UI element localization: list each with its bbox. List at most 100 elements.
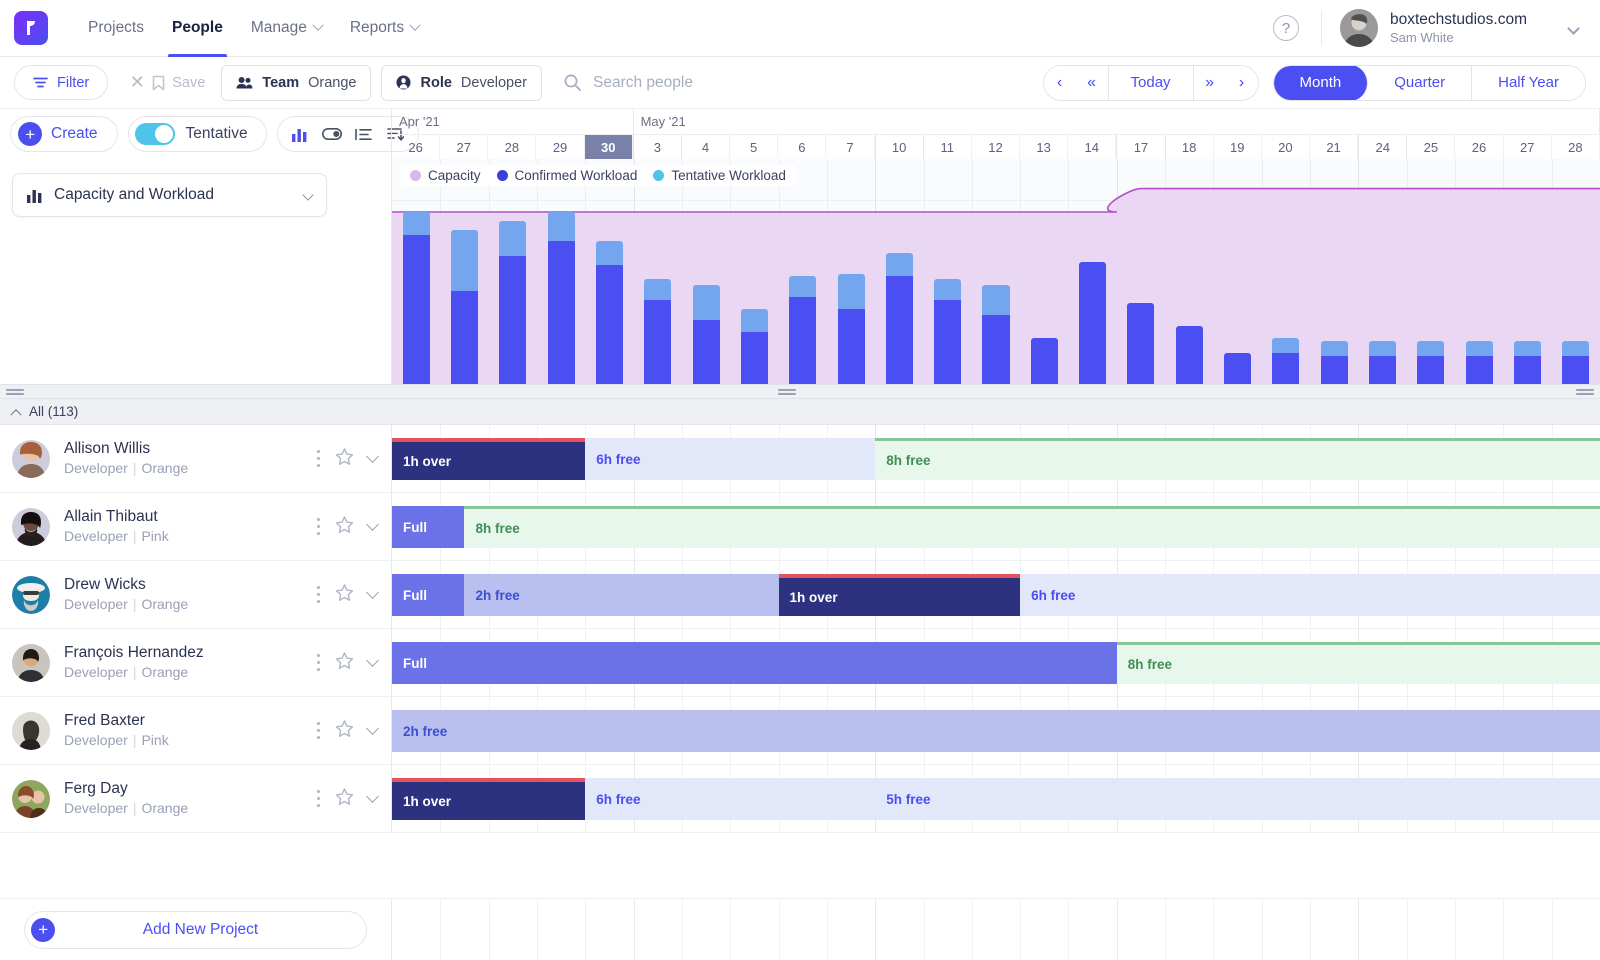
timeline-day-10[interactable]: 10 <box>875 135 924 159</box>
create-button[interactable]: + Create <box>10 116 118 152</box>
filter-button[interactable]: Filter <box>14 65 108 100</box>
bar-column[interactable] <box>1176 159 1203 384</box>
nav-item-people[interactable]: People <box>158 0 237 57</box>
nav-item-reports[interactable]: Reports <box>336 0 433 57</box>
save-filter-button[interactable]: Save <box>152 75 205 91</box>
favorite-star-icon[interactable] <box>335 448 354 469</box>
person-row[interactable]: Allison WillisDeveloper|Orange1h over6h … <box>0 425 1600 493</box>
allocation-block[interactable]: Full <box>392 574 464 616</box>
toggle-view-icon[interactable] <box>316 117 348 151</box>
today-button[interactable]: Today <box>1108 65 1194 101</box>
allocation-block[interactable]: 1h over <box>779 574 1021 616</box>
timeline-day-30[interactable]: 30 <box>585 135 633 159</box>
bar-column[interactable] <box>1272 159 1299 384</box>
range-half-year[interactable]: Half Year <box>1472 65 1585 101</box>
timeline-day-24[interactable]: 24 <box>1358 135 1407 159</box>
favorite-star-icon[interactable] <box>335 652 354 673</box>
timeline-day-28[interactable]: 28 <box>488 135 536 159</box>
app-logo-icon[interactable] <box>14 11 48 45</box>
bar-column[interactable] <box>1127 159 1154 384</box>
avatar[interactable] <box>12 712 50 750</box>
avatar[interactable] <box>1340 9 1378 47</box>
timeline-day-21[interactable]: 21 <box>1310 135 1358 159</box>
more-options-icon[interactable] <box>317 722 321 740</box>
bar-column[interactable] <box>644 159 671 384</box>
timeline-day-25[interactable]: 25 <box>1407 135 1455 159</box>
bar-column[interactable] <box>1224 159 1251 384</box>
favorite-star-icon[interactable] <box>335 516 354 537</box>
bar-column[interactable] <box>934 159 961 384</box>
bar-column[interactable] <box>886 159 913 384</box>
allocation-block[interactable]: 6h free <box>1020 574 1600 616</box>
avatar[interactable] <box>12 576 50 614</box>
splitter-grip-left[interactable] <box>6 389 24 396</box>
bar-column[interactable] <box>982 159 1009 384</box>
avatar[interactable] <box>12 440 50 478</box>
bar-column[interactable] <box>838 159 865 384</box>
timeline-day-17[interactable]: 17 <box>1116 135 1165 159</box>
timeline-day-5[interactable]: 5 <box>730 135 778 159</box>
bar-column[interactable] <box>548 159 575 384</box>
allocation-block[interactable]: 1h over <box>392 778 585 820</box>
allocation-block[interactable]: Full <box>392 642 1117 684</box>
chart-view-icon[interactable] <box>284 117 316 151</box>
prev-fast-button[interactable]: « <box>1076 65 1108 101</box>
expand-row-icon[interactable] <box>366 654 379 667</box>
timeline-day-19[interactable]: 19 <box>1214 135 1262 159</box>
avatar[interactable] <box>12 508 50 546</box>
bar-column[interactable] <box>693 159 720 384</box>
chip-role-filter[interactable]: Role Developer <box>381 65 542 101</box>
expand-row-icon[interactable] <box>366 790 379 803</box>
bar-column[interactable] <box>403 159 430 384</box>
range-month[interactable]: Month <box>1274 65 1369 101</box>
allocation-block[interactable]: 6h free <box>585 438 875 480</box>
person-timeline[interactable]: 1h over6h free8h free <box>391 425 1600 492</box>
favorite-star-icon[interactable] <box>335 788 354 809</box>
person-timeline[interactable]: Full8h free <box>391 493 1600 560</box>
person-row[interactable]: Drew WicksDeveloper|OrangeFull2h free1h … <box>0 561 1600 629</box>
person-row[interactable]: Fred BaxterDeveloper|Pink2h free <box>0 697 1600 765</box>
bar-column[interactable] <box>1466 159 1493 384</box>
bar-column[interactable] <box>1031 159 1058 384</box>
timeline-day-20[interactable]: 20 <box>1262 135 1310 159</box>
chip-team-filter[interactable]: Team Orange <box>221 65 371 101</box>
timeline-day-11[interactable]: 11 <box>924 135 972 159</box>
add-new-project-button[interactable]: + Add New Project <box>24 911 367 949</box>
help-icon[interactable]: ? <box>1273 15 1299 41</box>
more-options-icon[interactable] <box>317 450 321 468</box>
person-timeline[interactable]: Full2h free1h over6h free <box>391 561 1600 628</box>
allocation-block[interactable]: Full <box>392 506 464 548</box>
person-timeline[interactable]: 1h over6h free5h free <box>391 765 1600 832</box>
allocation-block[interactable]: 2h free <box>392 710 1600 752</box>
bar-column[interactable] <box>789 159 816 384</box>
bar-column[interactable] <box>499 159 526 384</box>
prev-period-button[interactable]: ‹ <box>1044 65 1076 101</box>
bar-column[interactable] <box>1417 159 1444 384</box>
avatar[interactable] <box>12 644 50 682</box>
bar-column[interactable] <box>1079 159 1106 384</box>
expand-row-icon[interactable] <box>366 586 379 599</box>
group-header-all[interactable]: All (113) <box>0 399 1600 425</box>
allocation-block[interactable]: 5h free <box>875 778 1600 820</box>
more-options-icon[interactable] <box>317 654 321 672</box>
range-quarter[interactable]: Quarter <box>1368 65 1472 101</box>
person-timeline[interactable]: 2h free <box>391 697 1600 764</box>
timeline-day-4[interactable]: 4 <box>682 135 730 159</box>
timeline-day-18[interactable]: 18 <box>1166 135 1214 159</box>
person-row[interactable]: Ferg DayDeveloper|Orange1h over6h free5h… <box>0 765 1600 833</box>
person-timeline[interactable]: Full8h free <box>391 629 1600 696</box>
allocation-block[interactable]: 8h free <box>1117 642 1600 684</box>
bar-column[interactable] <box>1369 159 1396 384</box>
bar-column[interactable] <box>1321 159 1348 384</box>
search-input[interactable] <box>593 74 853 92</box>
splitter-grip-right[interactable] <box>1576 389 1594 396</box>
chevron-down-icon[interactable] <box>1567 22 1580 35</box>
timeline-day-28[interactable]: 28 <box>1552 135 1600 159</box>
timeline-day-29[interactable]: 29 <box>536 135 584 159</box>
more-options-icon[interactable] <box>317 790 321 808</box>
person-row[interactable]: Allain ThibautDeveloper|PinkFull8h free <box>0 493 1600 561</box>
allocation-block[interactable]: 1h over <box>392 438 585 480</box>
favorite-star-icon[interactable] <box>335 720 354 741</box>
timeline-day-14[interactable]: 14 <box>1068 135 1116 159</box>
next-fast-button[interactable]: » <box>1194 65 1226 101</box>
